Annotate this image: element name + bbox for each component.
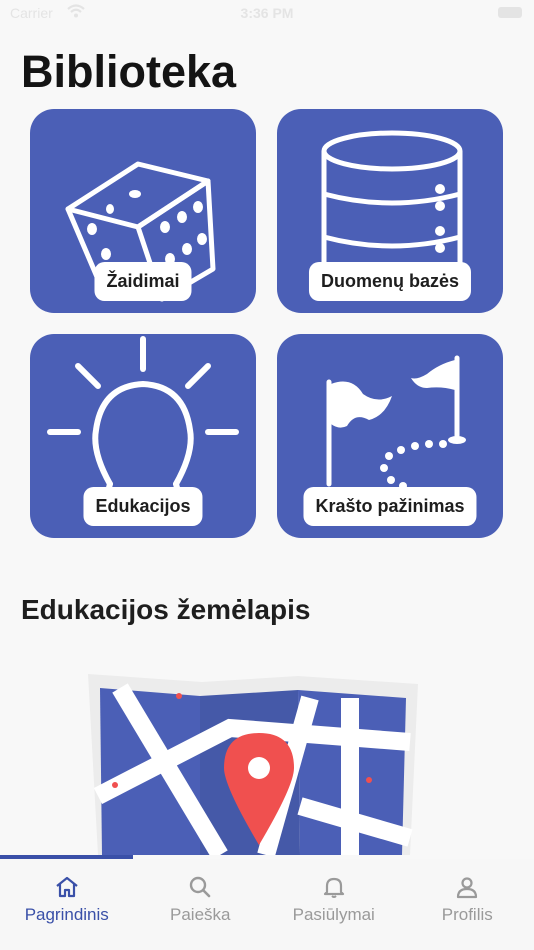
clock: 3:36 PM (240, 5, 294, 21)
status-bar: Carrier 3:36 PM (0, 0, 534, 28)
tab-label: Profilis (441, 905, 493, 924)
tab-bar: Pagrindinis Paieška Pasiūlymai Profilis (0, 859, 534, 950)
tab-label: Pagrindinis (24, 905, 109, 924)
map-pin-illustration[interactable] (80, 668, 430, 855)
battery-icon (498, 7, 522, 18)
section-title: Edukacijos žemėlapis (21, 594, 311, 625)
home-icon (56, 876, 78, 898)
page-title: Biblioteka (21, 46, 237, 97)
tile-krasto-pazinimas[interactable]: Krašto pažinimas (277, 334, 503, 538)
tile-label: Duomenų bazės (308, 262, 472, 301)
search-icon (190, 876, 211, 898)
tile-edukacijos[interactable]: Edukacijos (30, 334, 256, 538)
tab-pasiulymai[interactable]: Pasiūlymai (267, 859, 401, 950)
tile-label: Edukacijos (83, 487, 203, 526)
bell-icon (323, 877, 344, 898)
tab-label: Paieška (170, 905, 231, 924)
tile-duomenu-bazes[interactable]: Duomenų bazės (277, 109, 503, 313)
tile-label: Krašto pažinimas (303, 487, 477, 526)
tab-label: Pasiūlymai (292, 905, 375, 924)
tab-paieska[interactable]: Paieška (134, 859, 268, 950)
tile-zaidimai[interactable]: Žaidimai (30, 109, 256, 313)
person-icon (457, 877, 478, 899)
tab-pagrindinis[interactable]: Pagrindinis (0, 859, 134, 950)
tile-label: Žaidimai (94, 262, 192, 301)
tab-profilis[interactable]: Profilis (401, 859, 534, 950)
